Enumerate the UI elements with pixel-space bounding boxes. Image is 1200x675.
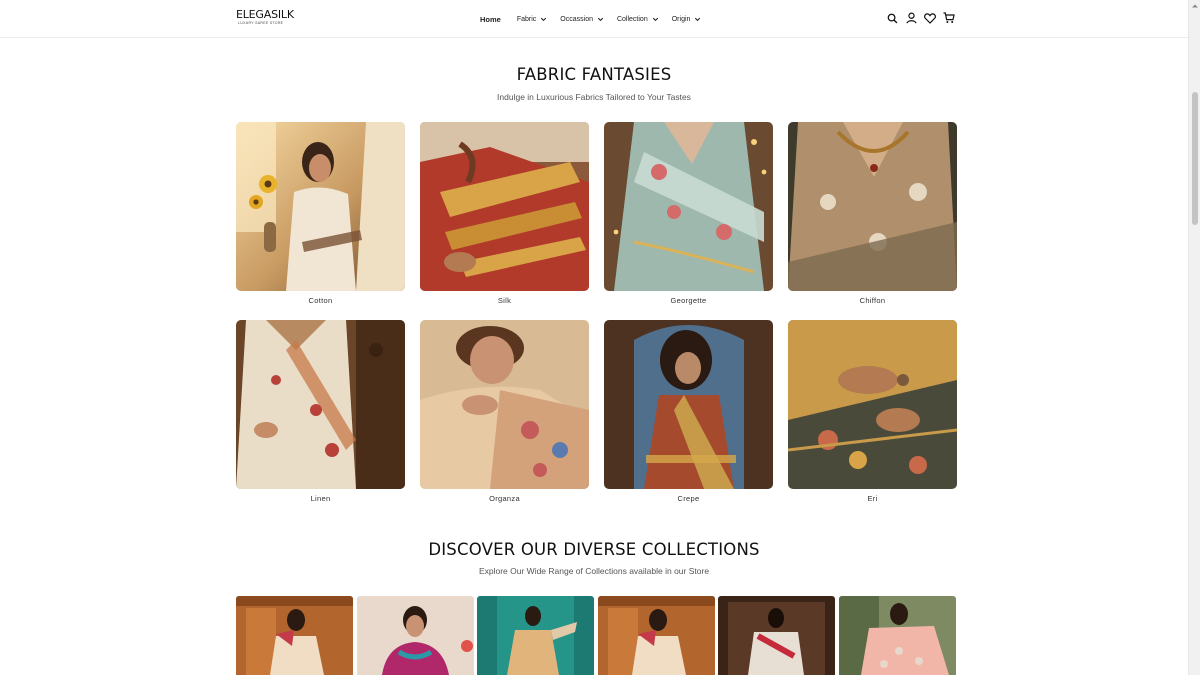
fabric-image-linen[interactable]: [236, 320, 405, 489]
fabric-image-crepe[interactable]: [604, 320, 773, 489]
fabric-label[interactable]: Cotton: [236, 296, 405, 305]
chevron-down-icon: [652, 17, 658, 21]
chevron-down-icon: [597, 17, 604, 21]
collection-card[interactable]: [477, 596, 594, 675]
logo-tagline: LUXURY SAREE STORE: [238, 21, 284, 25]
fabric-card-crepe[interactable]: Crepe: [604, 320, 773, 503]
fabric-section-subtitle: Indulge in Luxurious Fabrics Tailored to…: [497, 92, 691, 102]
nav-occasion-label: Occassion: [560, 15, 593, 23]
collection-card[interactable]: [236, 596, 353, 675]
fabric-label[interactable]: Silk: [420, 296, 589, 305]
collections-section-title: DISCOVER OUR DIVERSE COLLECTIONS: [428, 540, 760, 559]
main-nav: Home Fabric Occassion Collection Origin: [480, 0, 714, 38]
fabric-card-cotton[interactable]: Cotton: [236, 122, 405, 305]
collection-card[interactable]: [598, 596, 715, 675]
fabric-card-georgette[interactable]: Georgette: [604, 122, 773, 305]
nav-fabric[interactable]: Fabric: [517, 0, 548, 38]
nav-collection[interactable]: Collection: [617, 0, 660, 38]
logo-text: ELEGASILK: [236, 8, 294, 21]
header-actions: [886, 11, 955, 25]
scroll-up-arrow-icon[interactable]: [1191, 2, 1199, 10]
fabric-label[interactable]: Chiffon: [788, 296, 957, 305]
nav-home-label: Home: [480, 14, 501, 24]
fabric-image-silk[interactable]: [420, 122, 589, 291]
collection-card[interactable]: [839, 596, 956, 675]
nav-fabric-label: Fabric: [516, 15, 537, 23]
fabric-label[interactable]: Crepe: [604, 494, 773, 503]
fabric-image-cotton[interactable]: [236, 122, 405, 291]
fabric-image-chiffon[interactable]: [788, 122, 957, 291]
user-icon[interactable]: [905, 11, 917, 25]
fabric-label[interactable]: Linen: [236, 494, 405, 503]
fabric-section-title: FABRIC FANTASIES: [516, 65, 672, 84]
fabric-card-linen[interactable]: Linen: [236, 320, 405, 503]
fabric-label[interactable]: Organza: [420, 494, 589, 503]
nav-origin-label: Origin: [671, 15, 691, 23]
heart-icon[interactable]: [924, 11, 936, 25]
fabric-card-organza[interactable]: Organza: [420, 320, 589, 503]
search-icon[interactable]: [886, 11, 898, 25]
nav-collection-label: Collection: [616, 15, 648, 23]
nav-occasion[interactable]: Occassion: [560, 0, 605, 38]
page-scrollbar[interactable]: [1188, 0, 1200, 675]
scroll-thumb[interactable]: [1192, 92, 1198, 225]
collection-card[interactable]: [718, 596, 835, 675]
fabric-image-eri[interactable]: [788, 320, 957, 489]
brand-logo[interactable]: ELEGASILK LUXURY SAREE STORE: [236, 9, 296, 29]
nav-origin[interactable]: Origin: [672, 0, 703, 38]
collection-card[interactable]: [357, 596, 474, 675]
collections-section-subtitle: Explore Our Wide Range of Collections av…: [478, 566, 710, 576]
fabric-label[interactable]: Georgette: [604, 296, 773, 305]
chevron-down-icon: [695, 17, 701, 21]
fabric-card-chiffon[interactable]: Chiffon: [788, 122, 957, 305]
fabric-card-eri[interactable]: Eri: [788, 320, 957, 503]
chevron-down-icon: [541, 17, 547, 21]
fabric-image-georgette[interactable]: [604, 122, 773, 291]
fabric-card-silk[interactable]: Silk: [420, 122, 589, 305]
site-header: ELEGASILK LUXURY SAREE STORE Home Fabric…: [0, 0, 1188, 38]
fabric-label[interactable]: Eri: [788, 494, 957, 503]
fabric-image-organza[interactable]: [420, 320, 589, 489]
nav-home[interactable]: Home: [480, 0, 501, 38]
cart-icon[interactable]: [943, 11, 955, 25]
